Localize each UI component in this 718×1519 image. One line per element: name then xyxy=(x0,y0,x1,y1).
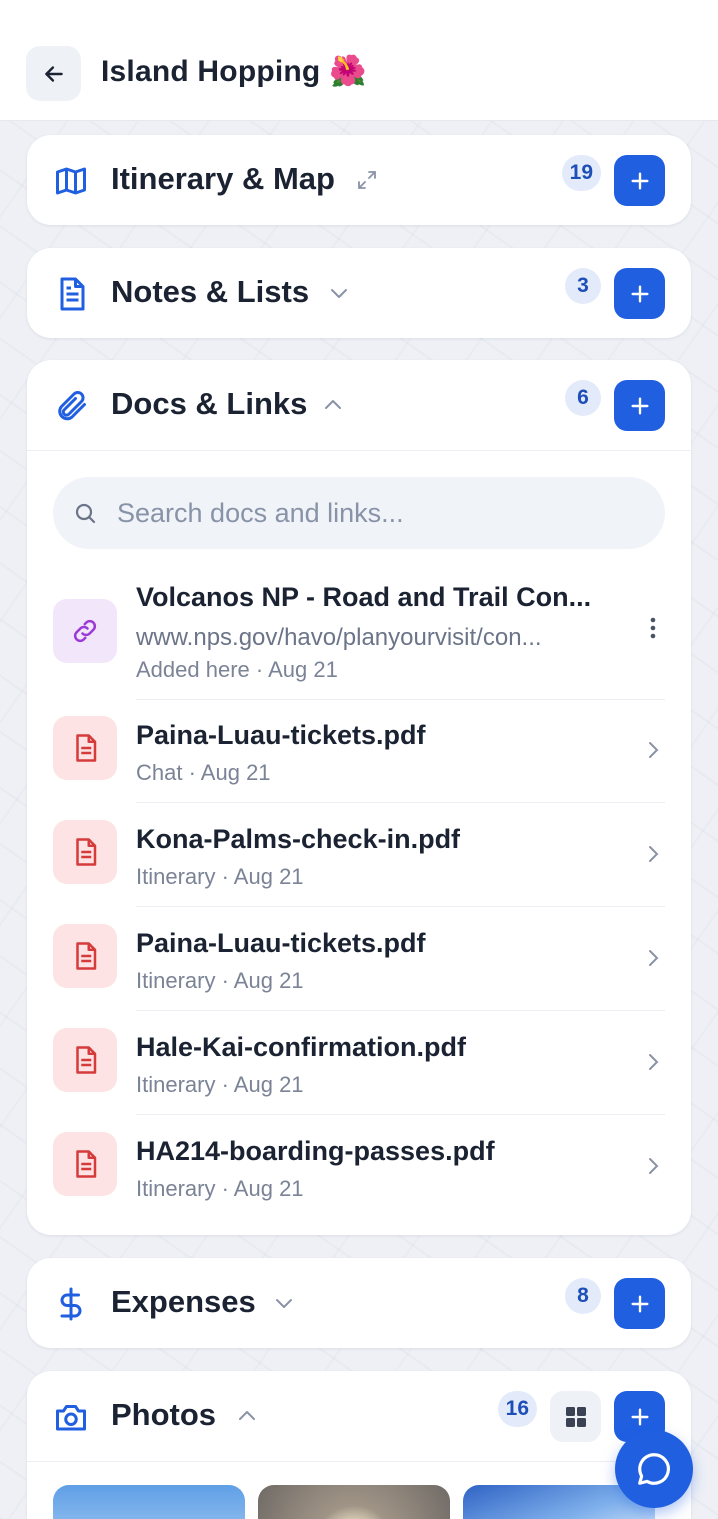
paperclip-icon xyxy=(58,390,86,421)
photo-thumbnail[interactable] xyxy=(53,1485,245,1519)
doc-name: Hale-Kai-confirmation.pdf xyxy=(136,1032,467,1062)
more-vertical-icon[interactable] xyxy=(641,616,665,640)
chevron-right-icon[interactable] xyxy=(641,738,665,762)
docs-search-bar[interactable] xyxy=(53,477,665,549)
arrow-left-icon xyxy=(44,65,63,82)
expenses-header[interactable]: Expenses 8 xyxy=(27,1258,691,1348)
doc-meta: Itinerary · Aug 21 xyxy=(136,968,304,993)
itinerary-header[interactable]: Itinerary & Map 19 xyxy=(27,135,691,225)
chevron-right-icon[interactable] xyxy=(641,946,665,970)
chevron-right-icon[interactable] xyxy=(641,842,665,866)
link-thumb xyxy=(53,599,117,663)
chevron-down-icon[interactable] xyxy=(272,1291,296,1315)
pdf-file-icon xyxy=(76,734,97,762)
doc-item-pdf[interactable]: HA214-boarding-passes.pdf Itinerary · Au… xyxy=(53,1116,665,1219)
pdf-file-icon xyxy=(76,1150,97,1178)
row-divider xyxy=(136,802,665,803)
docs-search-input[interactable] xyxy=(117,477,647,549)
expenses-title: Expenses xyxy=(111,1284,256,1319)
dollar-icon xyxy=(60,1287,82,1321)
itinerary-count-badge: 19 xyxy=(561,155,601,191)
row-divider xyxy=(136,906,665,907)
doc-meta: Itinerary · Aug 21 xyxy=(136,864,304,889)
doc-meta: Itinerary · Aug 21 xyxy=(136,1072,304,1097)
notes-header[interactable]: Notes & Lists 3 xyxy=(27,248,691,338)
expand-icon[interactable] xyxy=(355,168,379,192)
doc-name: Paina-Luau-tickets.pdf xyxy=(136,720,426,750)
chat-button[interactable] xyxy=(615,1430,693,1508)
itinerary-title: Itinerary & Map xyxy=(111,161,335,196)
notes-card: Notes & Lists 3 xyxy=(27,248,691,338)
docs-title: Docs & Links xyxy=(111,386,308,421)
docs-count-badge: 6 xyxy=(565,380,601,416)
pdf-file-icon xyxy=(76,1046,97,1074)
photos-card: Photos 16 xyxy=(27,1371,691,1519)
top-bar: Island Hopping 🌺 xyxy=(0,0,718,121)
section-divider xyxy=(27,1461,691,1462)
page-title: Island Hopping 🌺 xyxy=(101,55,367,88)
doc-name: Kona-Palms-check-in.pdf xyxy=(136,824,461,854)
chat-bubble-icon xyxy=(638,1453,670,1485)
plus-icon xyxy=(630,1294,649,1313)
pdf-thumb xyxy=(53,1028,117,1092)
notes-title: Notes & Lists xyxy=(111,274,310,309)
pdf-thumb xyxy=(53,924,117,988)
doc-meta: Chat · Aug 21 xyxy=(136,760,271,785)
pdf-thumb xyxy=(53,1132,117,1196)
plus-icon xyxy=(630,171,649,190)
add-itinerary-button[interactable] xyxy=(614,155,665,206)
doc-meta: Itinerary · Aug 21 xyxy=(136,1176,304,1201)
docs-card: Docs & Links 6 Volcanos NP - Road and Tr… xyxy=(27,360,691,1235)
doc-name: HA214-boarding-passes.pdf xyxy=(136,1136,495,1166)
photo-thumbnail[interactable] xyxy=(258,1485,450,1519)
search-icon xyxy=(75,503,96,524)
row-divider xyxy=(136,1010,665,1011)
add-expense-button[interactable] xyxy=(614,1278,665,1329)
itinerary-card: Itinerary & Map 19 xyxy=(27,135,691,225)
plus-icon xyxy=(630,284,649,303)
doc-name: Volcanos NP - Road and Trail Con... xyxy=(136,582,592,612)
pdf-thumb xyxy=(53,716,117,780)
plus-icon xyxy=(630,396,649,415)
camera-icon xyxy=(56,1405,86,1431)
doc-item-pdf[interactable]: Hale-Kai-confirmation.pdf Itinerary · Au… xyxy=(53,1012,665,1115)
notes-count-badge: 3 xyxy=(565,268,601,304)
photo-strip xyxy=(53,1485,665,1519)
section-divider xyxy=(27,450,691,451)
back-button[interactable] xyxy=(26,46,81,101)
pdf-file-icon xyxy=(76,942,97,970)
chevron-down-icon[interactable] xyxy=(327,281,351,305)
doc-name: Paina-Luau-tickets.pdf xyxy=(136,928,426,958)
chevron-up-icon[interactable] xyxy=(321,393,345,417)
docs-header[interactable]: Docs & Links 6 xyxy=(27,360,691,450)
expenses-card: Expenses 8 xyxy=(27,1258,691,1348)
document-icon xyxy=(60,277,85,311)
doc-item-link[interactable]: Volcanos NP - Road and Trail Con... www.… xyxy=(53,578,665,700)
photos-count-badge: 16 xyxy=(497,1391,537,1427)
row-divider xyxy=(136,1114,665,1115)
link-icon xyxy=(73,619,97,643)
pdf-file-icon xyxy=(76,838,97,866)
grid-icon xyxy=(565,1406,586,1427)
chevron-right-icon[interactable] xyxy=(641,1050,665,1074)
grid-view-button[interactable] xyxy=(550,1391,601,1442)
photos-title: Photos xyxy=(111,1397,217,1432)
doc-item-pdf[interactable]: Paina-Luau-tickets.pdf Itinerary · Aug 2… xyxy=(53,908,665,1011)
map-icon xyxy=(56,167,86,195)
pdf-thumb xyxy=(53,820,117,884)
photos-header[interactable]: Photos 16 xyxy=(27,1371,691,1461)
doc-url: www.nps.gov/havo/planyourvisit/con... xyxy=(136,624,542,651)
expenses-count-badge: 8 xyxy=(565,1278,601,1314)
chevron-up-icon[interactable] xyxy=(235,1404,259,1428)
add-doc-button[interactable] xyxy=(614,380,665,431)
doc-meta: Added here · Aug 21 xyxy=(136,657,338,682)
chevron-right-icon[interactable] xyxy=(641,1154,665,1178)
add-note-button[interactable] xyxy=(614,268,665,319)
doc-item-pdf[interactable]: Kona-Palms-check-in.pdf Itinerary · Aug … xyxy=(53,804,665,907)
plus-icon xyxy=(630,1407,649,1426)
doc-item-pdf[interactable]: Paina-Luau-tickets.pdf Chat · Aug 21 xyxy=(53,700,665,803)
